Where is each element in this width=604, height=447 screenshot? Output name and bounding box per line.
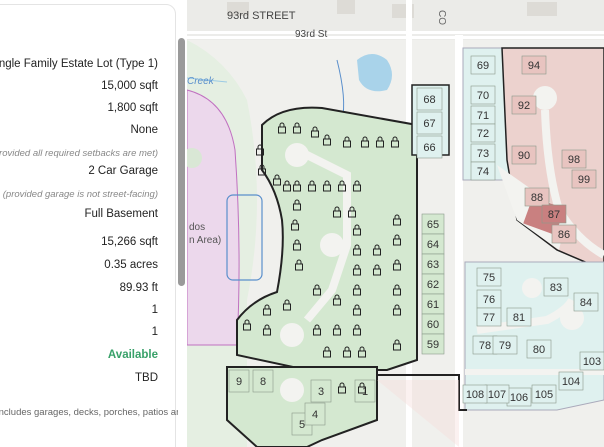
park-label-1: dos [189,222,205,233]
lot-106[interactable]: 106 [510,392,528,404]
detail-footnote: Includes garages, decks, porches, patios… [0,407,178,418]
detail-row-7: Full Basement [84,208,158,220]
lot-61[interactable]: 61 [427,299,439,311]
detail-row-14: TBD [135,372,158,384]
lot-107[interactable]: 107 [488,389,506,401]
panel-scrollbar[interactable] [178,38,185,286]
lot-98[interactable]: 98 [568,154,580,166]
road-label-93rd-st: 93rd St [295,29,327,40]
lot-83[interactable]: 83 [550,282,562,294]
lot-86[interactable]: 86 [558,229,570,241]
lot-77[interactable]: 77 [483,312,495,324]
lot-72[interactable]: 72 [477,128,489,140]
lot-5[interactable]: 5 [299,419,305,431]
detail-row-12: 1 [151,326,158,338]
lot-63[interactable]: 63 [427,259,439,271]
detail-row-0: Single Family Estate Lot (Type 1) [0,58,158,70]
detail-row-2: 1,800 sqft [107,102,158,114]
detail-row-8: 15,266 sqft [101,236,158,248]
detail-row-5: 2 Car Garage [88,165,158,177]
lot-60[interactable]: 60 [427,319,439,331]
lot-105[interactable]: 105 [535,389,553,401]
creek-label: Creek [187,76,215,87]
lot-9[interactable]: 9 [236,376,242,388]
lot-90[interactable]: 90 [518,150,530,162]
lot-81[interactable]: 81 [513,312,525,324]
lot-73[interactable]: 73 [477,148,489,160]
park-label-2: n Area) [189,235,221,246]
lot-87[interactable]: 87 [548,209,560,221]
detail-row-4: (provided all required setbacks are met) [0,148,158,159]
street-label-93rd: 93rd STREET [227,10,296,22]
lot-78[interactable]: 78 [479,340,491,352]
lot-4[interactable]: 4 [312,409,318,421]
building [527,2,557,16]
lot-67[interactable]: 67 [423,118,435,130]
lot-66[interactable]: 66 [423,142,435,154]
detail-row-6: (provided garage is not street-facing) [2,189,158,200]
lot-71[interactable]: 71 [477,110,489,122]
site-map[interactable]: 65 64 63 62 61 60 59 68 67 66 69 70 71 72 73 74 94 92 9… [187,0,604,447]
detail-row-13: Available [107,349,158,361]
lot-details-panel: Single Family Estate Lot (Type 1) 15,000 … [0,0,178,447]
building [337,0,355,14]
lot-70[interactable]: 70 [477,90,489,102]
detail-row-3: None [130,124,159,136]
detail-row-10: 89.93 ft [119,282,158,294]
lot-59[interactable]: 59 [427,339,439,351]
lot-75[interactable]: 75 [483,272,495,284]
detail-row-1: 15,000 sqft [101,80,158,92]
lot-99[interactable]: 99 [578,174,590,186]
lot-64[interactable]: 64 [427,239,439,251]
lot-62[interactable]: 62 [427,279,439,291]
lot-80[interactable]: 80 [533,344,545,356]
lot-103[interactable]: 103 [583,356,601,368]
vertical-road-label: CO [436,10,447,25]
lot-104[interactable]: 104 [562,376,580,388]
lot-79[interactable]: 79 [499,340,511,352]
lot-94[interactable]: 94 [528,60,540,72]
lot-65[interactable]: 65 [427,219,439,231]
lot-76[interactable]: 76 [483,294,495,306]
lot-68[interactable]: 68 [423,94,435,106]
lot-88[interactable]: 88 [531,192,543,204]
site-plan-svg[interactable]: 65646362616059 686766 697071727374 94929… [187,0,604,447]
lot-92[interactable]: 92 [518,100,530,112]
detail-row-11: 1 [151,304,158,316]
lot-8[interactable]: 8 [260,376,266,388]
lot-69[interactable]: 69 [477,60,489,72]
lot-108[interactable]: 108 [466,389,484,401]
lot-74[interactable]: 74 [477,166,489,178]
lot-3[interactable]: 3 [318,386,324,398]
lot-84[interactable]: 84 [580,297,592,309]
detail-row-9: 0.35 acres [104,259,158,271]
